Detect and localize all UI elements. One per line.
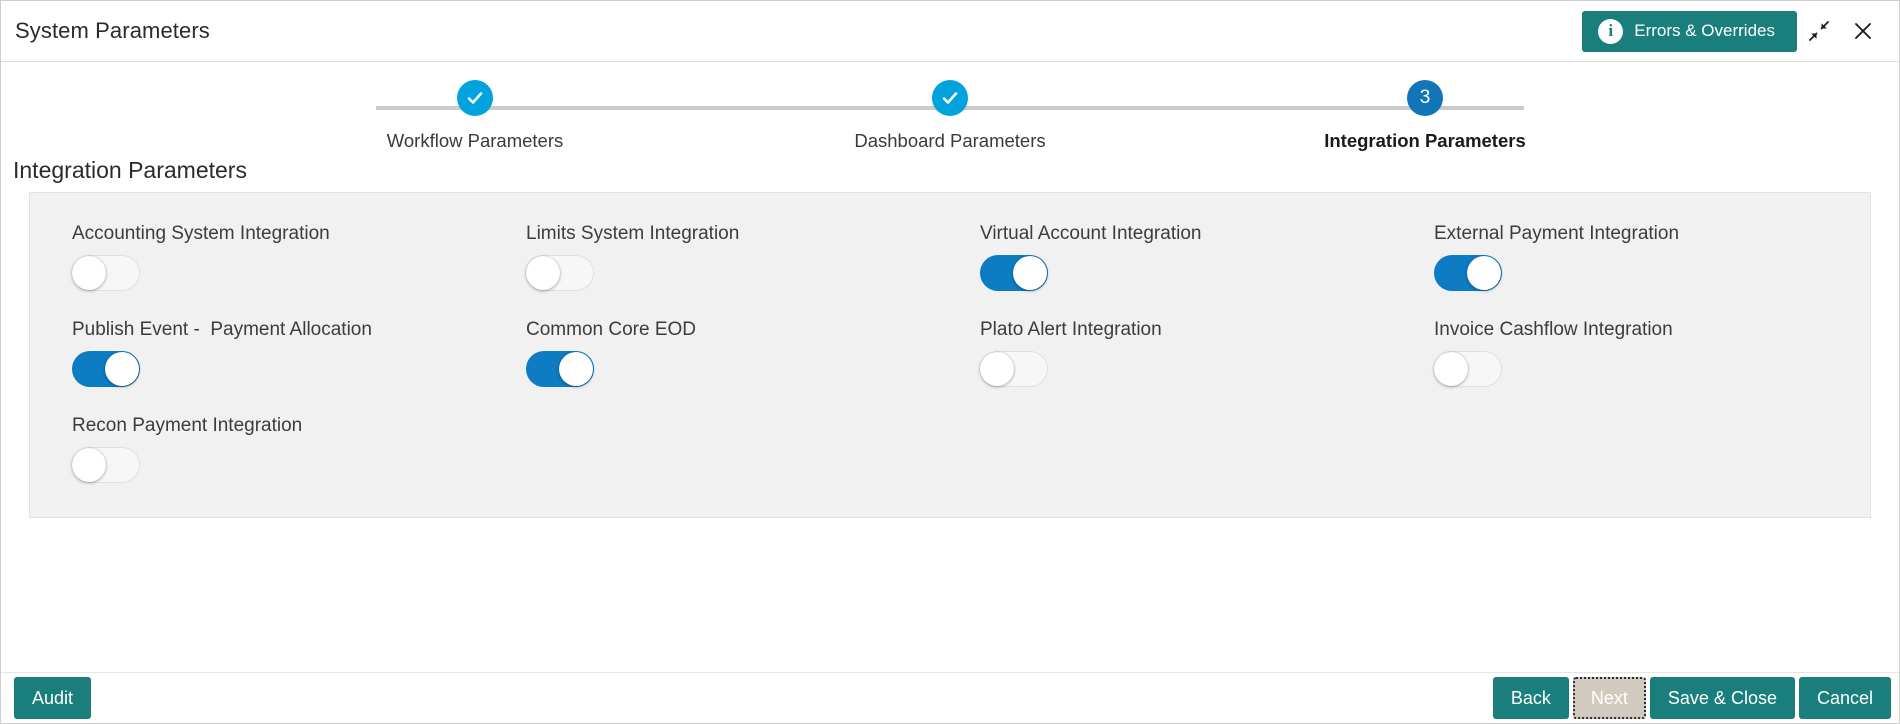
toggle-field-label: Limits System Integration bbox=[526, 223, 740, 244]
info-icon: i bbox=[1598, 18, 1624, 44]
close-icon[interactable] bbox=[1841, 9, 1885, 53]
next-button[interactable]: Next bbox=[1572, 677, 1646, 719]
toggle-switch[interactable] bbox=[72, 255, 140, 291]
toggle-switch[interactable] bbox=[72, 351, 140, 387]
wizard-stepper: Workflow Parameters Dashboard Parameters 3… bbox=[1, 62, 1899, 157]
toggle-knob bbox=[1467, 256, 1501, 290]
toggle-switch[interactable] bbox=[1434, 255, 1502, 291]
check-icon bbox=[932, 80, 968, 116]
toggle-field: Limits System Integration bbox=[496, 223, 950, 291]
toggle-field-label: Plato Alert Integration bbox=[980, 319, 1162, 340]
stepper-step-3[interactable]: 3 Integration Parameters bbox=[1260, 80, 1590, 152]
toggle-knob bbox=[72, 448, 106, 482]
toggle-switch[interactable] bbox=[526, 255, 594, 291]
toggle-field: Recon Payment Integration bbox=[42, 415, 496, 483]
toggle-field: External Payment Integration bbox=[1404, 223, 1858, 291]
stepper-step-2[interactable]: Dashboard Parameters bbox=[785, 80, 1115, 152]
toggle-switch[interactable] bbox=[526, 351, 594, 387]
toggle-knob bbox=[526, 256, 560, 290]
title-bar-actions: i Errors & Overrides bbox=[1582, 9, 1885, 53]
toggle-field-label: External Payment Integration bbox=[1434, 223, 1680, 244]
collapse-arrows-icon[interactable] bbox=[1797, 9, 1841, 53]
toggle-field-label: Recon Payment Integration bbox=[72, 415, 303, 436]
toggle-switch[interactable] bbox=[1434, 351, 1502, 387]
footer-right-actions: Back Next Save & Close Cancel bbox=[1492, 677, 1891, 719]
integration-parameters-panel: Accounting System Integration Limits Syst… bbox=[29, 192, 1871, 518]
stepper-step-label: Dashboard Parameters bbox=[854, 130, 1046, 151]
stepper-step-label: Workflow Parameters bbox=[386, 130, 564, 151]
toggle-field: Common Core EOD bbox=[496, 319, 950, 387]
back-button[interactable]: Back bbox=[1492, 677, 1569, 719]
stepper-steps: Workflow Parameters Dashboard Parameters 3… bbox=[310, 80, 1590, 152]
stepper-step-1[interactable]: Workflow Parameters bbox=[310, 80, 640, 152]
toggle-knob bbox=[1013, 256, 1047, 290]
toggle-knob bbox=[105, 352, 139, 386]
toggle-field: Accounting System Integration bbox=[42, 223, 496, 291]
toggle-field: Invoice Cashflow Integration bbox=[1404, 319, 1858, 387]
toggle-field-label: Invoice Cashflow Integration bbox=[1434, 319, 1673, 340]
toggle-knob bbox=[1434, 352, 1468, 386]
toggle-switch[interactable] bbox=[980, 255, 1048, 291]
toggle-field-label: Virtual Account Integration bbox=[980, 223, 1202, 244]
cancel-button[interactable]: Cancel bbox=[1798, 677, 1891, 719]
toggle-knob bbox=[72, 256, 106, 290]
toggle-field-label: Common Core EOD bbox=[526, 319, 696, 340]
integration-parameters-section: Integration Parameters Accounting System… bbox=[1, 157, 1899, 518]
errors-and-overrides-button[interactable]: i Errors & Overrides bbox=[1582, 10, 1797, 52]
toggle-field: Plato Alert Integration bbox=[950, 319, 1404, 387]
stepper-step-label: Integration Parameters bbox=[1324, 130, 1526, 151]
toggle-switch[interactable] bbox=[980, 351, 1048, 387]
page-title: System Parameters bbox=[15, 18, 210, 43]
toggle-field: Virtual Account Integration bbox=[950, 223, 1404, 291]
toggle-grid: Accounting System Integration Limits Syst… bbox=[42, 223, 1858, 483]
section-title: Integration Parameters bbox=[13, 157, 247, 183]
toggle-knob bbox=[559, 352, 593, 386]
errors-and-overrides-label: Errors & Overrides bbox=[1634, 21, 1775, 40]
check-icon bbox=[457, 80, 493, 116]
save-and-close-button[interactable]: Save & Close bbox=[1649, 677, 1795, 719]
title-bar: System Parameters i Errors & Overrides bbox=[1, 1, 1899, 62]
audit-button[interactable]: Audit bbox=[14, 677, 92, 719]
footer-toolbar: Audit Back Next Save & Close Cancel bbox=[1, 672, 1899, 723]
toggle-field: Publish Event - Payment Allocation bbox=[42, 319, 496, 387]
toggle-field-label: Accounting System Integration bbox=[72, 223, 330, 244]
toggle-knob bbox=[980, 352, 1014, 386]
system-parameters-window: System Parameters i Errors & Overrides W… bbox=[0, 0, 1900, 724]
toggle-field-label: Publish Event - Payment Allocation bbox=[72, 319, 372, 340]
stepper-step-number: 3 bbox=[1407, 80, 1443, 116]
toggle-switch[interactable] bbox=[72, 447, 140, 483]
